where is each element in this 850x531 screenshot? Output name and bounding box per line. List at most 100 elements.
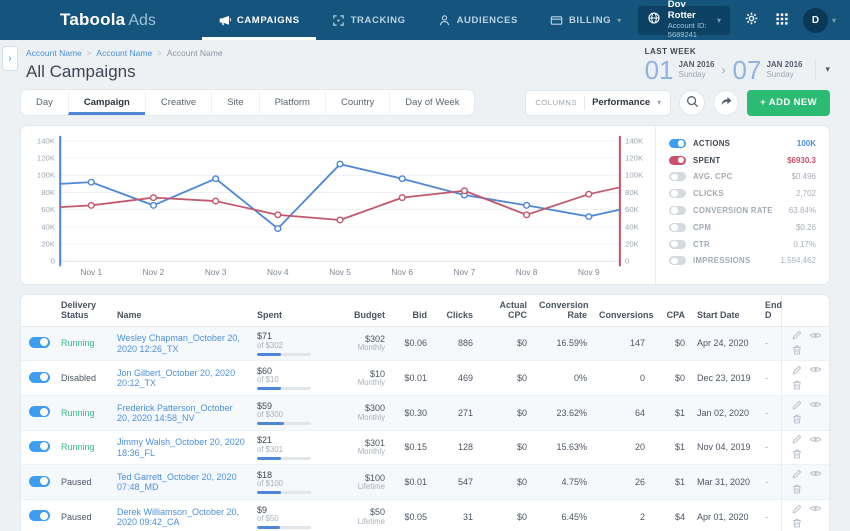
campaign-name-link[interactable]: Frederick Patterson_October 20, 2020 14:… — [117, 403, 245, 424]
user-menu[interactable]: D ▾ — [803, 8, 836, 33]
tab-platform[interactable]: Platform — [259, 90, 325, 115]
edit-button[interactable] — [791, 399, 803, 413]
nav-item-tracking[interactable]: TRACKING — [316, 0, 422, 40]
campaign-name-link[interactable]: Wesley Chapman_October 20, 2020 12:26_TX — [117, 333, 245, 354]
status-badge: Running — [61, 338, 95, 348]
legend-toggle-clicks[interactable] — [669, 189, 686, 198]
bid-cell: $0.01 — [391, 361, 433, 396]
legend-toggle-impressions[interactable] — [669, 256, 686, 265]
spent-cell: $60of $10 — [251, 361, 333, 396]
share-button[interactable] — [713, 90, 739, 116]
svg-text:120K: 120K — [37, 154, 55, 163]
end-day: 07 — [733, 57, 762, 83]
nav-item-billing[interactable]: BILLING▾ — [534, 0, 638, 40]
columns-select[interactable]: COLUMNS Performance ▾ — [525, 90, 671, 116]
nav-right: Dov Rotter Account ID: 5689241 ▾ D ▾ — [638, 6, 836, 35]
toolbar: COLUMNS Performance ▾ + ADD NEW — [525, 90, 830, 116]
col-header-spent: Spent — [251, 295, 333, 326]
spent-progress-bar — [257, 422, 311, 425]
tab-day-of-week[interactable]: Day of Week — [389, 90, 474, 115]
chevron-down-icon[interactable]: ▾ — [825, 65, 830, 75]
legend-toggle-spent[interactable] — [669, 156, 686, 165]
campaign-name-link[interactable]: Jon Gilbert_October 20, 2020 20:12_TX — [117, 368, 245, 389]
delivery-toggle-cell — [21, 430, 55, 465]
delivery-toggle-cell — [21, 500, 55, 531]
breadcrumb-item[interactable]: Account Name — [96, 48, 152, 58]
conversions-cell: 2 — [593, 500, 651, 531]
brand-name: Taboola — [60, 10, 125, 30]
taboola-logo[interactable]: Taboola Ads — [60, 10, 156, 30]
campaigns-table: Delivery StatusNameSpentBudgetBidClicksA… — [21, 295, 830, 531]
clicks-cell: 31 — [433, 500, 479, 531]
legend-value: 63.84% — [789, 206, 816, 215]
top-nav: Taboola Ads CAMPAIGNSTRACKINGAUDIENCESBI… — [0, 0, 850, 40]
preview-button[interactable] — [809, 433, 822, 448]
table-row: DisabledJon Gilbert_October 20, 2020 20:… — [21, 361, 830, 396]
delete-button[interactable] — [791, 483, 803, 497]
apps-grid-button[interactable] — [773, 10, 791, 31]
name-cell: Jon Gilbert_October 20, 2020 20:12_TX — [111, 361, 251, 396]
account-switcher[interactable]: Dov Rotter Account ID: 5689241 ▾ — [638, 6, 730, 35]
actual-cpc-cell: $0 — [479, 430, 533, 465]
campaign-name-link[interactable]: Ted Garrett_October 20, 2020 07:48_MD — [117, 472, 245, 493]
settings-button[interactable] — [742, 9, 761, 31]
preview-button[interactable] — [809, 398, 822, 413]
delivery-toggle[interactable] — [29, 476, 50, 487]
svg-text:Nov 8: Nov 8 — [516, 268, 538, 277]
trash-icon — [791, 517, 803, 531]
add-new-button[interactable]: + ADD NEW — [747, 90, 830, 116]
edit-button[interactable] — [791, 433, 803, 447]
legend-toggle-conversion-rate[interactable] — [669, 206, 686, 215]
edit-button[interactable] — [791, 503, 803, 517]
preview-button[interactable] — [809, 502, 822, 517]
delete-button[interactable] — [791, 379, 803, 393]
search-button[interactable] — [679, 90, 705, 116]
nav-item-campaigns[interactable]: CAMPAIGNS — [202, 0, 316, 40]
tab-country[interactable]: Country — [325, 90, 389, 115]
breadcrumb-item[interactable]: Account Name — [26, 48, 82, 58]
status-badge: Running — [61, 442, 95, 452]
preview-button[interactable] — [809, 329, 822, 344]
tab-site[interactable]: Site — [211, 90, 258, 115]
delete-button[interactable] — [791, 344, 803, 358]
spent-cell: $71of $302 — [251, 326, 333, 361]
columns-label: COLUMNS — [535, 98, 577, 107]
megaphone-icon — [218, 14, 231, 27]
nav-item-audiences[interactable]: AUDIENCES — [422, 0, 534, 40]
legend-label: CPM — [693, 223, 789, 232]
preview-button[interactable] — [809, 363, 822, 378]
tab-campaign[interactable]: Campaign — [68, 90, 145, 115]
edit-button[interactable] — [791, 364, 803, 378]
campaign-name-link[interactable]: Derek Williamson_October 20, 2020 09:42_… — [117, 507, 245, 528]
legend-toggle-avg-cpc[interactable] — [669, 172, 686, 181]
pencil-icon — [791, 433, 803, 447]
conversion-rate-cell: 15.63% — [533, 430, 593, 465]
delivery-toggle[interactable] — [29, 441, 50, 452]
delete-button[interactable] — [791, 413, 803, 427]
legend-toggle-cpm[interactable] — [669, 223, 686, 232]
row-actions-cell — [781, 430, 830, 465]
legend-value: 0.17% — [793, 240, 816, 249]
tab-day[interactable]: Day — [21, 90, 68, 115]
edit-button[interactable] — [791, 468, 803, 482]
delete-button[interactable] — [791, 448, 803, 462]
date-range-picker[interactable]: LAST WEEK 01 JAN 2016 Sunday › 07 JAN 20… — [645, 47, 830, 83]
nav-item-label: TRACKING — [351, 15, 406, 26]
preview-button[interactable] — [809, 467, 822, 482]
col-header-bid: Bid — [391, 295, 433, 326]
legend-toggle-ctr[interactable] — [669, 240, 686, 249]
delivery-toggle[interactable] — [29, 406, 50, 417]
edit-button[interactable] — [791, 329, 803, 343]
spent-progress-bar — [257, 387, 311, 390]
delivery-toggle[interactable] — [29, 510, 50, 521]
nav-item-label: BILLING — [569, 15, 611, 26]
legend-toggle-actions[interactable] — [669, 139, 686, 148]
campaign-name-link[interactable]: Jimmy Walsh_October 20, 2020 18:36_FL — [117, 437, 245, 458]
conversion-rate-cell: 16.59% — [533, 326, 593, 361]
delivery-toggle[interactable] — [29, 337, 50, 348]
delivery-toggle[interactable] — [29, 372, 50, 383]
sidebar-expand-button[interactable]: › — [2, 46, 18, 71]
start-day: 01 — [645, 57, 674, 83]
tab-creative[interactable]: Creative — [145, 90, 211, 115]
delete-button[interactable] — [791, 517, 803, 531]
